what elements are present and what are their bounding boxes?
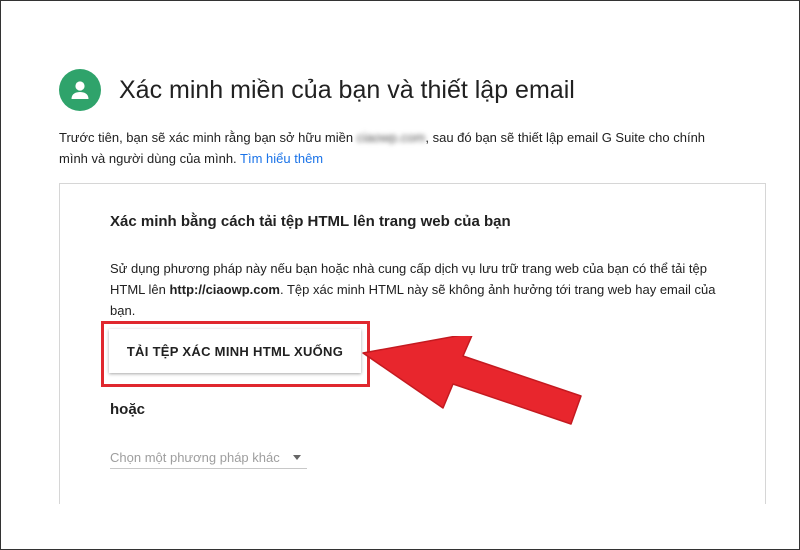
intro-text: Trước tiên, bạn sẽ xác minh rằng bạn sở …	[59, 127, 729, 169]
blurred-domain: ciaowp.com	[356, 130, 426, 145]
card-description: Sử dụng phương pháp này nếu bạn hoặc nhà…	[110, 258, 730, 321]
learn-more-link[interactable]: Tìm hiểu thêm	[240, 151, 323, 166]
or-label: hoặc	[110, 401, 146, 418]
page-title: Xác minh miền của bạn và thiết lập email	[119, 75, 575, 104]
caret-down-icon	[293, 455, 301, 460]
red-arrow-icon	[362, 336, 582, 425]
card-title: Xác minh bằng cách tải tệp HTML lên tran…	[110, 213, 511, 230]
download-html-button[interactable]: TẢI TỆP XÁC MINH HTML XUỐNG	[109, 329, 361, 373]
card-desc-domain: http://ciaowp.com	[169, 282, 280, 297]
method-select[interactable]: Chọn một phương pháp khác	[110, 446, 307, 469]
intro-text-before: Trước tiên, bạn sẽ xác minh rằng bạn sở …	[59, 130, 357, 145]
method-select-value: Chọn một phương pháp khác	[110, 449, 280, 465]
person-icon	[59, 69, 101, 111]
header: Xác minh miền của bạn và thiết lập email	[59, 69, 575, 111]
screenshot-frame: Xác minh miền của bạn và thiết lập email…	[0, 0, 800, 550]
